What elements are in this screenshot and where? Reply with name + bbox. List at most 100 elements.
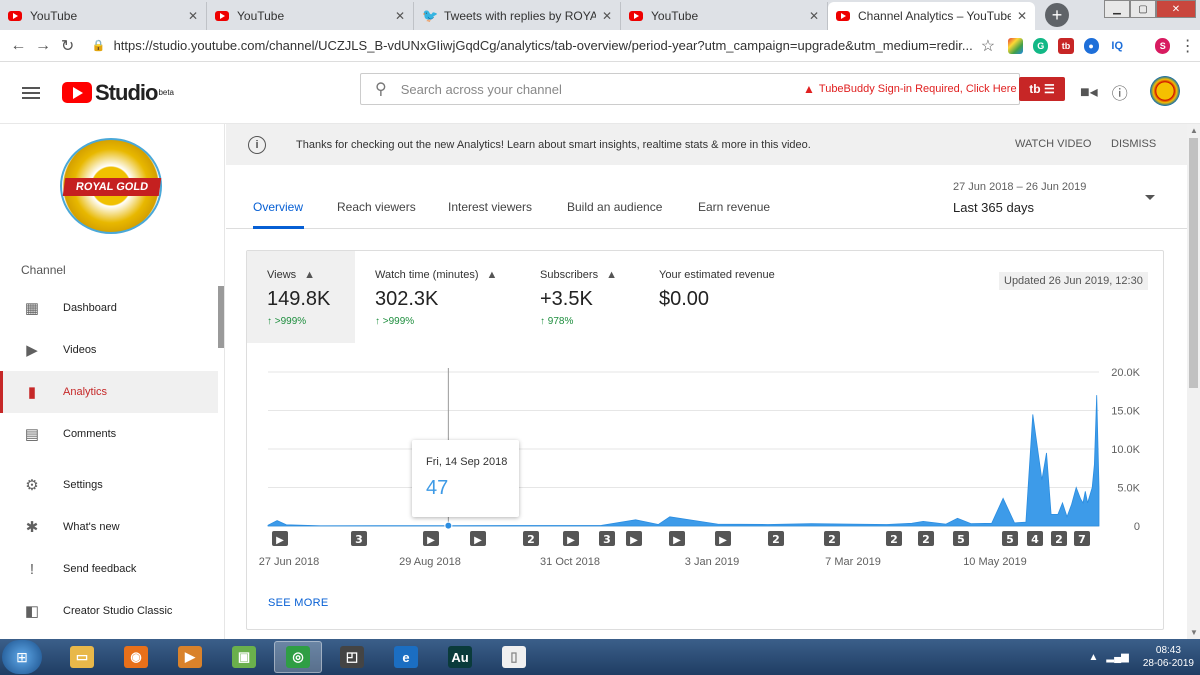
internet-explorer-icon[interactable]: e [382,641,430,673]
sidebar-item-label: Send feedback [63,563,137,575]
tubebuddy-menu-button[interactable]: tb ☰ [1019,77,1065,101]
audition-icon[interactable]: Au [436,641,484,673]
tab-interest-viewers[interactable]: Interest viewers [448,200,532,214]
extension-tubebuddy-icon[interactable]: tb [1058,37,1074,54]
sidebar-item-label: Creator Studio Classic [63,605,173,617]
hamburger-menu-icon[interactable] [22,84,40,102]
scrollbar-thumb[interactable] [1189,138,1198,388]
maximize-icon[interactable]: ▢ [1130,0,1156,18]
sidebar-item-analytics[interactable]: ▮ Analytics [0,371,218,413]
close-window-icon[interactable]: ✕ [1156,0,1196,18]
watch-video-button[interactable]: WATCH VIDEO [1015,138,1091,150]
chrome-icon[interactable]: ◎ [274,641,322,673]
close-tab-icon[interactable]: ✕ [395,9,405,23]
period-selector[interactable]: Last 365 days [953,200,1034,215]
extension-vidiq-icon[interactable]: IQ [1109,38,1126,54]
sidebar-nav: ▦ Dashboard ▶ Videos ▮ Analytics ▤ Comments … [0,287,218,632]
see-more-link[interactable]: SEE MORE [268,597,328,609]
taskbar-apps: ▭ ◉ ▶ ▣ ◎ ◰ e Au ▯ [52,641,538,673]
studio-logo[interactable]: Studio beta [62,80,174,106]
video-marker[interactable]: ▶ [272,531,288,546]
video-marker[interactable]: ▶ [423,531,439,546]
close-tab-icon[interactable]: ✕ [602,9,612,23]
chevron-down-icon[interactable] [1145,195,1155,200]
video-marker[interactable]: 7 [1074,531,1090,546]
video-marker[interactable]: 5 [953,531,969,546]
start-button[interactable]: ⊞ [2,640,42,674]
tab-earn-revenue[interactable]: Earn revenue [698,200,770,214]
url-field[interactable]: 🔒 https://studio.youtube.com/channel/UCZ… [86,33,1003,59]
browser-tab[interactable]: YouTube ✕ [207,2,414,30]
video-marker[interactable]: ▶ [470,531,486,546]
sidebar-item-creator-studio-classic[interactable]: ◧ Creator Studio Classic [0,590,218,632]
video-marker[interactable]: 2 [768,531,784,546]
tab-overview[interactable]: Overview [253,200,303,214]
close-tab-icon[interactable]: ✕ [188,9,198,23]
forward-icon[interactable]: → [31,37,56,55]
menu-dots-icon[interactable]: ⋮ [1175,36,1200,56]
video-marker-label: 2 [772,533,780,546]
tubebuddy-warning-link[interactable]: ▲ TubeBuddy Sign-in Required, Click Here [803,82,1017,96]
sidebar-item-videos[interactable]: ▶ Videos [0,329,218,371]
new-tab-button[interactable]: + [1045,3,1069,27]
video-marker[interactable]: ▶ [715,531,731,546]
video-marker[interactable]: 3 [599,531,615,546]
clock-time: 08:43 [1155,645,1181,656]
back-icon[interactable]: ← [6,37,31,55]
video-marker[interactable]: 2 [523,531,539,546]
snipping-tool-icon[interactable]: ◰ [328,641,376,673]
video-marker[interactable]: ▶ [563,531,579,546]
notepad-icon[interactable]: ▯ [490,641,538,673]
browser-tab[interactable]: YouTube ✕ [0,2,207,30]
browser-tab[interactable]: YouTube ✕ [621,2,828,30]
avatar[interactable] [1150,76,1180,106]
photos-icon[interactable]: ▣ [220,641,268,673]
firefox-icon[interactable]: ◉ [112,641,160,673]
channel-logo[interactable]: ROYAL GOLD [60,138,162,234]
close-tab-icon[interactable]: ✕ [1017,9,1027,23]
sidebar-scrollbar[interactable] [218,286,224,348]
close-tab-icon[interactable]: ✕ [809,9,819,23]
minimize-icon[interactable]: ▁ [1104,0,1130,18]
sidebar-item-whats-new[interactable]: ✱ What's new [0,506,218,548]
browser-tab-active[interactable]: Channel Analytics – YouTube St ✕ [828,2,1035,30]
video-marker[interactable]: 2 [824,531,840,546]
extension-grammarly-icon[interactable]: G [1033,37,1049,54]
video-marker[interactable]: 2 [886,531,902,546]
tab-reach-viewers[interactable]: Reach viewers [337,200,416,214]
video-marker[interactable]: 5 [1002,531,1018,546]
video-marker[interactable]: 2 [1051,531,1067,546]
media-player-icon[interactable]: ▶ [166,641,214,673]
views-chart[interactable]: 0 5.0K 10.0K 15.0K 20.0K ▶ 3 ▶ ▶ 2 ▶ 3 ▶ ▶ ▶ 2 2 2 2 5 5 4 2 7 2… [247,251,1163,591]
dismiss-button[interactable]: DISMISS [1111,138,1156,150]
help-icon[interactable]: ⓘ [1112,80,1128,104]
sidebar-item-send-feedback[interactable]: ! Send feedback [0,548,218,590]
browser-tab[interactable]: 🐦 Tweets with replies by ROYAL G ✕ [414,2,621,30]
tray-expand-icon[interactable]: ▲ [1088,652,1098,663]
scroll-up-icon[interactable]: ▲ [1190,126,1198,135]
tab-title: YouTube [30,9,78,23]
extension-color-icon[interactable] [1008,37,1024,54]
video-marker-label: 3 [355,533,363,546]
extension-blue-icon[interactable]: ● [1083,37,1099,54]
tab-title: YouTube [237,9,285,23]
scroll-down-icon[interactable]: ▼ [1190,628,1198,637]
sidebar-item-comments[interactable]: ▤ Comments [0,413,218,455]
video-marker[interactable]: 2 [918,531,934,546]
video-marker-label: 2 [828,533,836,546]
tab-build-an-audience[interactable]: Build an audience [567,200,662,214]
browser-tab-bar: YouTube ✕ YouTube ✕ 🐦 Tweets with replies b… [0,0,1200,30]
reload-icon[interactable]: ↻ [55,36,80,56]
sidebar-item-dashboard[interactable]: ▦ Dashboard [0,287,218,329]
video-marker[interactable]: 4 [1027,531,1043,546]
video-marker[interactable]: 3 [351,531,367,546]
bookmark-star-icon[interactable]: ☆ [981,36,995,56]
video-marker[interactable]: ▶ [669,531,685,546]
page-scrollbar[interactable]: ▲ ▼ [1187,124,1200,639]
file-explorer-icon[interactable]: ▭ [58,641,106,673]
create-video-icon[interactable]: ■◂ [1080,82,1098,102]
clock[interactable]: 08:43 28-06-2019 [1143,644,1194,670]
sidebar-item-settings[interactable]: ⚙ Settings [0,464,218,506]
video-marker[interactable]: ▶ [626,531,642,546]
profile-icon[interactable]: S [1155,37,1171,54]
